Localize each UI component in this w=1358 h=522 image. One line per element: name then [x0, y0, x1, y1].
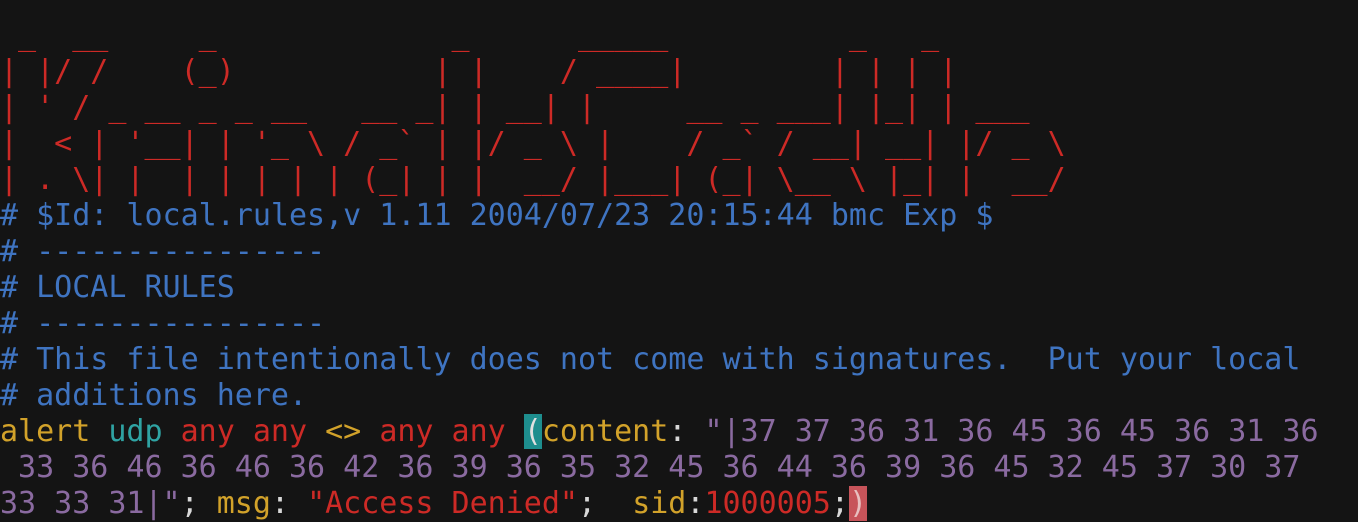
banner-line: | . \| | | | | | | (_| | | __/ |___| (_|…: [0, 162, 1066, 197]
rule-destination: any any: [379, 414, 506, 449]
comment-section-title: # LOCAL RULES: [0, 270, 235, 305]
rule-line[interactable]: alert udp any any <> any any (content: "…: [0, 414, 1358, 450]
comment-id-line: # $Id: local.rules,v 1.11 2004/07/23 20:…: [0, 198, 994, 233]
banner-line: | < | '__| | '_ \ / _` | |/ _ \ | / _` /…: [0, 126, 1066, 161]
rule-source: any any: [180, 414, 308, 449]
content-value: 33 36 46 36 46 36 42 36 39 36 35 32 45 3…: [0, 450, 1301, 485]
ascii-art-banner: _ __ _ _ _____ _ _ | |/ / (_) | | / ____…: [0, 18, 1358, 198]
content-value: 33 33 31|": [0, 486, 181, 521]
comment-separator: # ----------------: [0, 306, 326, 341]
content-value: "|37 37 36 31 36 45 36 45 36 31 36: [704, 414, 1319, 449]
comment-separator: # ----------------: [0, 234, 326, 269]
msg-value: "Access Denied": [307, 486, 578, 521]
text-cursor: ): [848, 486, 867, 521]
comment-description: # additions here.: [0, 378, 308, 413]
rule-protocol: udp: [108, 414, 163, 449]
rule-direction: <>: [325, 414, 362, 449]
msg-keyword: msg: [216, 486, 271, 521]
sid-keyword: sid: [632, 486, 687, 521]
sid-value: 1000005: [704, 486, 831, 521]
banner-line: _ __ _ _ _____ _ _: [0, 18, 1048, 53]
content-keyword: content: [541, 414, 669, 449]
rule-line-continued[interactable]: 33 36 46 36 46 36 42 36 39 36 35 32 45 3…: [0, 450, 1358, 486]
banner-line: | |/ / (_) | | / ____| | | | |: [0, 54, 1048, 89]
rule-action: alert: [0, 414, 91, 449]
open-paren-match: (: [523, 414, 542, 449]
rule-line-continued[interactable]: 33 33 31|"; msg: "Access Denied"; sid:10…: [0, 486, 1358, 522]
terminal-window[interactable]: _ __ _ _ _____ _ _ | |/ / (_) | | / ____…: [0, 0, 1358, 522]
comment-description: # This file intentionally does not come …: [0, 342, 1301, 377]
banner-line: | ' / _ __ _ _ __ __ _| | __| | __ _ ___…: [0, 90, 1048, 125]
